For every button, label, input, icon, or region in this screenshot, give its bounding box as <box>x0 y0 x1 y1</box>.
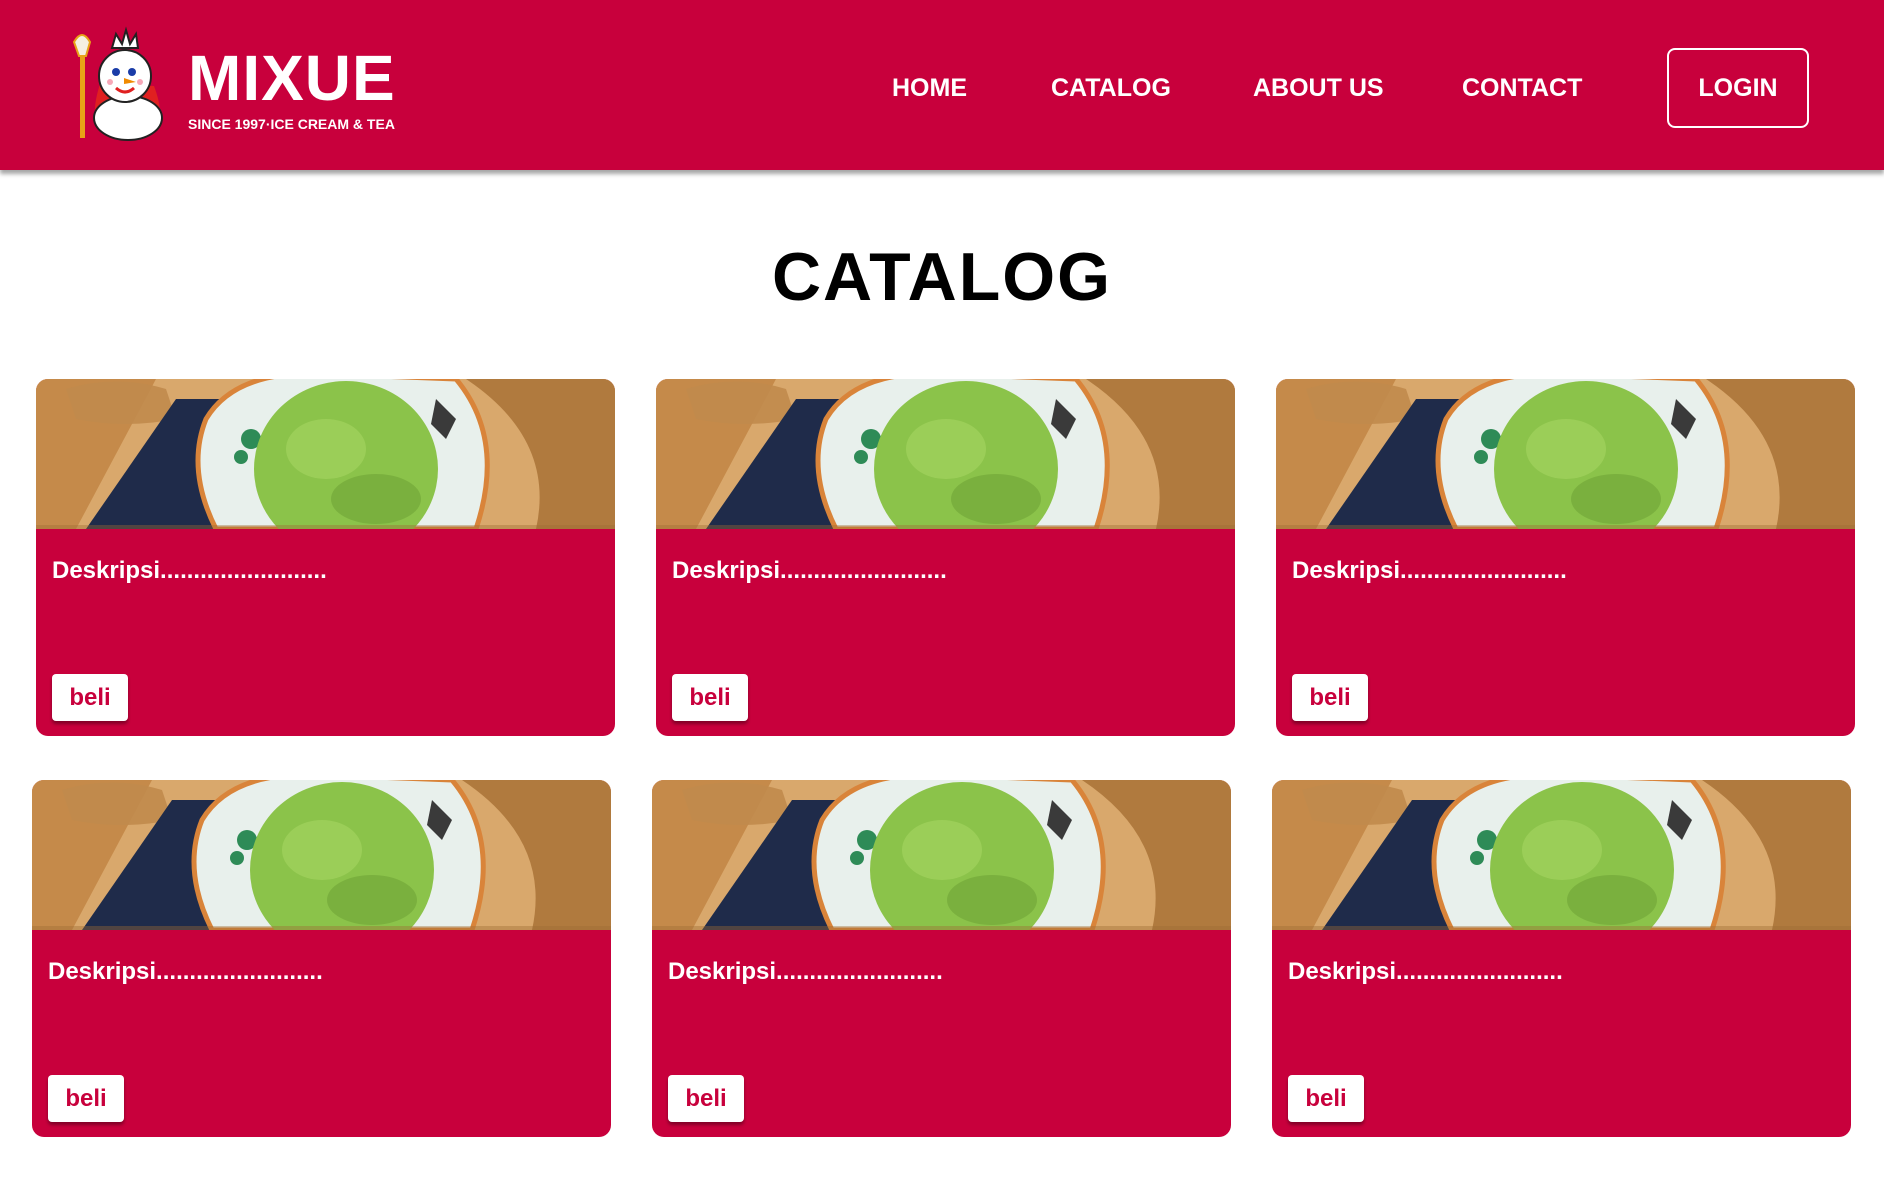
matcha-ice-cream-image <box>656 379 1235 529</box>
buy-button[interactable]: beli <box>48 1075 124 1122</box>
product-card: Deskripsi......................... beli <box>1276 379 1855 736</box>
matcha-ice-cream-image <box>32 780 611 930</box>
matcha-ice-cream-image <box>1272 780 1851 930</box>
product-description: Deskripsi......................... <box>668 958 943 985</box>
product-card: Deskripsi......................... beli <box>32 780 611 1137</box>
product-description: Deskripsi......................... <box>1288 958 1563 985</box>
product-description: Deskripsi......................... <box>52 557 327 584</box>
product-card: Deskripsi......................... beli <box>36 379 615 736</box>
product-card: Deskripsi......................... beli <box>1272 780 1851 1137</box>
product-grid: Deskripsi......................... beli … <box>0 0 1884 1194</box>
product-card: Deskripsi......................... beli <box>652 780 1231 1137</box>
buy-button[interactable]: beli <box>672 674 748 721</box>
buy-button[interactable]: beli <box>1288 1075 1364 1122</box>
matcha-ice-cream-image <box>652 780 1231 930</box>
product-description: Deskripsi......................... <box>1292 557 1567 584</box>
buy-button[interactable]: beli <box>1292 674 1368 721</box>
matcha-ice-cream-image <box>1276 379 1855 529</box>
buy-button[interactable]: beli <box>52 674 128 721</box>
product-card: Deskripsi......................... beli <box>656 379 1235 736</box>
matcha-ice-cream-image <box>36 379 615 529</box>
product-description: Deskripsi......................... <box>672 557 947 584</box>
product-description: Deskripsi......................... <box>48 958 323 985</box>
buy-button[interactable]: beli <box>668 1075 744 1122</box>
